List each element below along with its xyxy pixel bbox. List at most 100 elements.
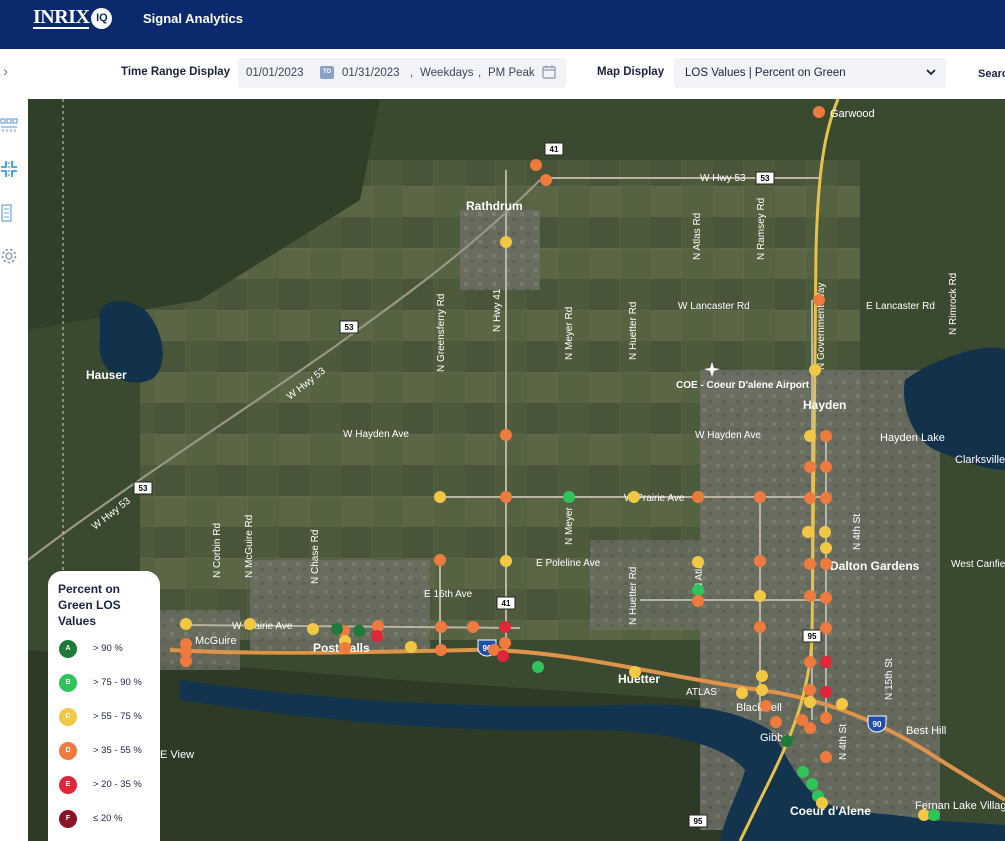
report-icon[interactable] (0, 204, 18, 222)
signal-marker[interactable] (820, 592, 832, 604)
signal-marker[interactable] (770, 716, 782, 728)
inrix-iq-logo[interactable]: INRIX IQ (33, 6, 113, 30)
place-label: Hayden (803, 398, 846, 412)
signal-marker[interactable] (819, 526, 831, 538)
signal-marker[interactable] (804, 656, 816, 668)
place-label: Blackwell (736, 702, 782, 714)
signal-marker[interactable] (804, 492, 816, 504)
signal-marker[interactable] (434, 491, 446, 503)
signal-marker[interactable] (628, 491, 640, 503)
svg-text:90: 90 (873, 720, 882, 729)
signal-map[interactable]: W Hwy 53 W Lancaster Rd E Lancaster Rd W… (28, 99, 1005, 841)
signal-marker[interactable] (820, 686, 832, 698)
signal-marker[interactable] (180, 618, 192, 630)
signal-marker[interactable] (331, 623, 343, 635)
road-label: N 4th St (852, 514, 863, 550)
signal-marker[interactable] (754, 621, 766, 633)
signal-marker[interactable] (180, 655, 192, 667)
signal-marker[interactable] (532, 661, 544, 673)
signal-marker[interactable] (836, 698, 848, 710)
signal-marker[interactable] (692, 491, 704, 503)
signal-marker[interactable] (820, 656, 832, 668)
legend-dot: F (59, 810, 77, 828)
signal-marker[interactable] (434, 554, 446, 566)
gear-icon[interactable] (0, 247, 18, 265)
rathdrum-urban (460, 210, 540, 290)
signal-marker[interactable] (804, 696, 816, 708)
place-label: Best Hill (906, 725, 946, 737)
signal-marker[interactable] (692, 584, 704, 596)
signal-marker[interactable] (736, 687, 748, 699)
signal-marker[interactable] (820, 751, 832, 763)
signal-marker[interactable] (754, 491, 766, 503)
signal-marker[interactable] (804, 558, 816, 570)
signal-marker[interactable] (804, 684, 816, 696)
signal-marker[interactable] (405, 641, 417, 653)
signal-marker[interactable] (804, 722, 816, 734)
signal-marker[interactable] (467, 621, 479, 633)
place-label: Coeur d'Alene (790, 804, 871, 818)
signal-marker[interactable] (928, 809, 940, 821)
signal-marker[interactable] (806, 778, 818, 790)
svg-text:53: 53 (761, 174, 770, 183)
search-label[interactable]: Search (978, 68, 1005, 80)
signal-marker[interactable] (563, 491, 575, 503)
intersection-icon[interactable] (0, 160, 18, 178)
signal-marker[interactable] (435, 644, 447, 656)
signal-marker[interactable] (804, 461, 816, 473)
signal-marker[interactable] (809, 364, 821, 376)
signal-marker[interactable] (754, 590, 766, 602)
signal-marker[interactable] (813, 294, 825, 306)
route-shield-53: 53 (755, 171, 775, 185)
signal-marker[interactable] (500, 491, 512, 503)
legend-item-f: F ≤ 20 % (59, 810, 159, 830)
map-canvas[interactable]: W Hwy 53 W Lancaster Rd E Lancaster Rd W… (28, 99, 1005, 841)
signal-marker[interactable] (244, 618, 256, 630)
signal-marker[interactable] (820, 461, 832, 473)
legend-dot: A (59, 640, 77, 658)
signal-marker[interactable] (307, 623, 319, 635)
signal-marker[interactable] (435, 621, 447, 633)
route-shield-41: 41 (496, 596, 516, 610)
corridor-icon[interactable] (0, 116, 18, 134)
signal-marker[interactable] (353, 625, 365, 637)
road-label: N Greensferry Rd (436, 294, 447, 372)
signal-marker[interactable] (797, 766, 809, 778)
signal-marker[interactable] (781, 735, 793, 747)
signal-marker[interactable] (500, 429, 512, 441)
signal-marker[interactable] (820, 622, 832, 634)
legend-dot: E (59, 776, 77, 794)
signal-marker[interactable] (499, 621, 511, 633)
signal-marker[interactable] (760, 700, 772, 712)
signal-marker[interactable] (820, 712, 832, 724)
signal-marker[interactable] (820, 558, 832, 570)
chevron-right-icon[interactable]: › (3, 63, 8, 80)
signal-marker[interactable] (500, 555, 512, 567)
signal-marker[interactable] (629, 666, 641, 678)
road-label: W Hayden Ave (695, 430, 761, 441)
calendar-icon[interactable] (542, 65, 556, 79)
signal-marker[interactable] (371, 630, 383, 642)
signal-marker[interactable] (497, 650, 509, 662)
signal-marker[interactable] (804, 590, 816, 602)
signal-marker[interactable] (820, 542, 832, 554)
signal-marker[interactable] (756, 684, 768, 696)
place-label: COE - Coeur D'alene Airport (676, 380, 810, 391)
signal-marker[interactable] (820, 430, 832, 442)
signal-marker[interactable] (820, 492, 832, 504)
time-range-picker[interactable]: 01/01/2023 TO 01/31/2023 , Weekdays , PM… (238, 58, 566, 88)
signal-marker[interactable] (692, 556, 704, 568)
signal-marker[interactable] (802, 526, 814, 538)
signal-marker[interactable] (500, 236, 512, 248)
signal-marker[interactable] (813, 106, 825, 118)
signal-marker[interactable] (756, 670, 768, 682)
map-display-select[interactable]: LOS Values | Percent on Green (674, 58, 946, 88)
signal-marker[interactable] (339, 642, 351, 654)
signal-marker[interactable] (816, 797, 828, 809)
signal-marker[interactable] (540, 174, 552, 186)
signal-marker[interactable] (804, 430, 816, 442)
signal-marker[interactable] (530, 159, 542, 171)
signal-marker[interactable] (692, 595, 704, 607)
signal-marker[interactable] (499, 637, 511, 649)
signal-marker[interactable] (754, 555, 766, 567)
